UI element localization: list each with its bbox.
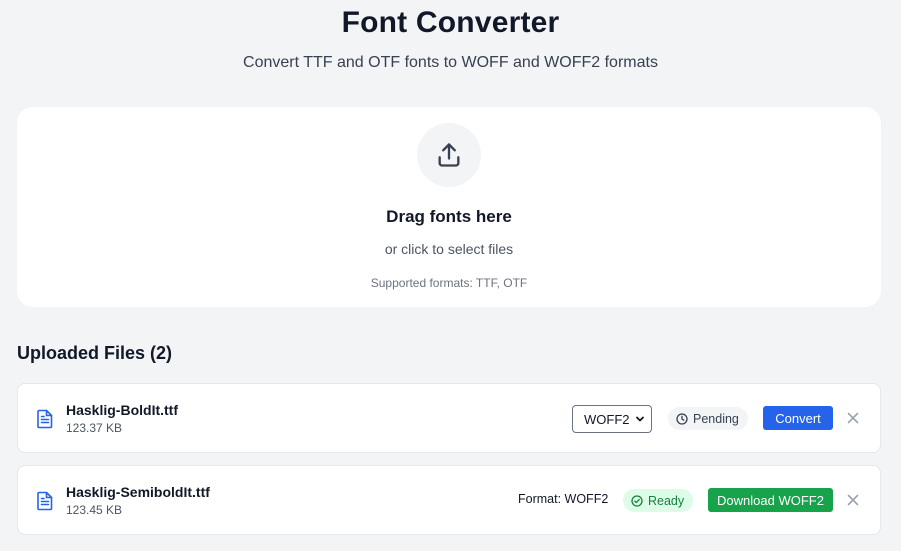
file-row: Hasklig-SemiboldIt.ttf 123.45 KB Format:… bbox=[17, 465, 881, 535]
status-text: Pending bbox=[693, 411, 739, 426]
file-name: Hasklig-SemiboldIt.ttf bbox=[66, 484, 210, 500]
upload-icon bbox=[438, 143, 460, 167]
file-dropzone[interactable]: Drag fonts here or click to select files… bbox=[17, 107, 881, 307]
convert-button[interactable]: Convert bbox=[763, 406, 833, 430]
app-root: Font Converter Convert TTF and OTF fonts… bbox=[0, 0, 901, 551]
uploaded-files-heading: Uploaded Files (2) bbox=[17, 343, 173, 363]
clock-icon bbox=[676, 412, 688, 425]
upload-icon-circle bbox=[417, 123, 481, 187]
status-badge: Pending bbox=[668, 407, 748, 430]
dropzone-title: Drag fonts here bbox=[386, 207, 512, 226]
format-label: Format: WOFF2 bbox=[518, 492, 609, 506]
format-select[interactable]: WOFF2 bbox=[572, 405, 652, 433]
file-icon bbox=[37, 409, 53, 429]
file-icon bbox=[37, 491, 53, 511]
file-name: Hasklig-BoldIt.ttf bbox=[66, 402, 178, 418]
close-icon[interactable] bbox=[846, 493, 860, 507]
supported-formats-text: Supported formats: TTF, OTF bbox=[370, 276, 528, 290]
dropzone-subtitle: or click to select files bbox=[384, 241, 514, 257]
chevron-down-icon bbox=[636, 416, 644, 422]
close-icon[interactable] bbox=[846, 411, 860, 425]
status-badge: Ready bbox=[623, 489, 694, 512]
download-button[interactable]: Download WOFF2 bbox=[708, 488, 833, 512]
file-size: 123.37 KB bbox=[66, 421, 123, 435]
file-size: 123.45 KB bbox=[66, 503, 123, 517]
page-subtitle: Convert TTF and OTF fonts to WOFF and WO… bbox=[243, 54, 658, 71]
status-text: Ready bbox=[648, 493, 685, 508]
page-title: Font Converter bbox=[341, 6, 560, 39]
format-select-value: WOFF2 bbox=[584, 411, 630, 427]
file-row: Hasklig-BoldIt.ttf 123.37 KB WOFF2 Pendi… bbox=[17, 383, 881, 453]
check-circle-icon bbox=[631, 494, 643, 507]
